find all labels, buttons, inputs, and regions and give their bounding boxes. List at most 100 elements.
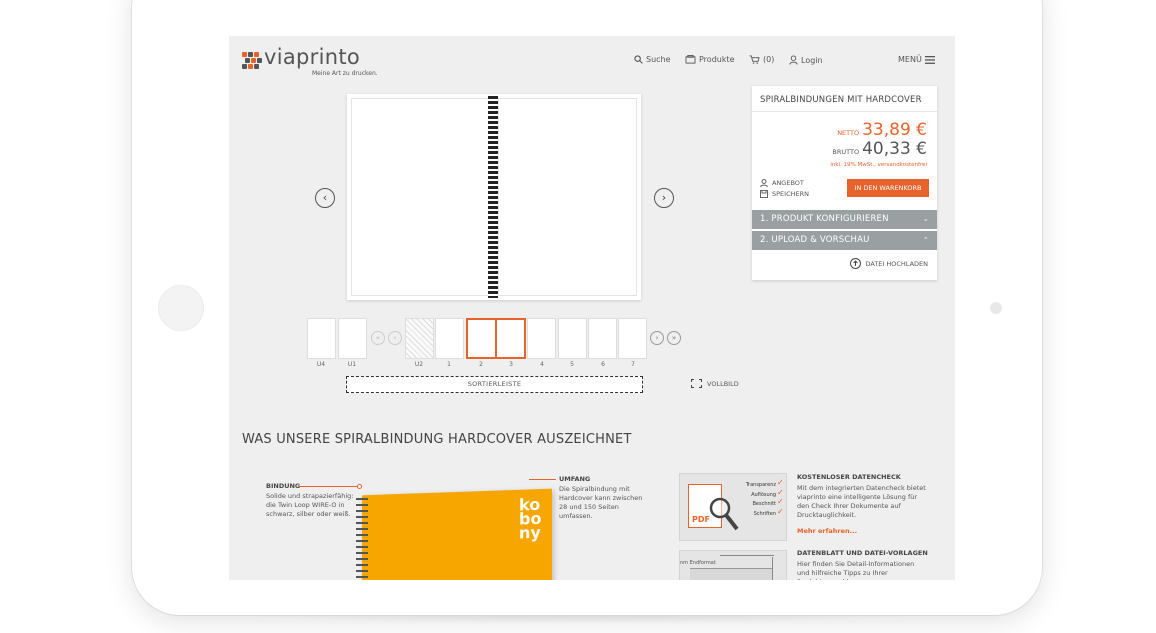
notebook-cover-text: ko bo ny — [519, 494, 542, 543]
accordion-configure-label: 1. PRODUKT KONFIGURIEREN — [760, 214, 889, 224]
check-item: Schriften — [753, 510, 776, 517]
check-item: Beschnitt — [752, 501, 776, 507]
nav-cart[interactable]: (0) — [749, 55, 774, 64]
thumbnail-u1[interactable] — [338, 318, 367, 359]
thumb-label: U4 — [316, 361, 326, 368]
accordion-upload[interactable]: 2. UPLOAD & VORSCHAU ⌃ — [752, 231, 937, 250]
thumb-last-button[interactable]: » — [667, 331, 681, 345]
check-list: Transparenz Auflösung Beschnitt Schrifte… — [738, 481, 776, 519]
datacheck-text: Mit dem integrierten Datencheck bietet v… — [797, 484, 926, 519]
user-icon — [789, 55, 798, 65]
thumbnail-page-3[interactable] — [495, 318, 526, 359]
nav-menu[interactable]: MENÜ — [898, 55, 935, 64]
sort-bar[interactable]: SORTIERLEISTE — [346, 376, 643, 393]
nav-login-label: Login — [801, 55, 823, 65]
binding-text: Solide und strapazierfähig: die Twin Loo… — [266, 492, 354, 518]
thumbnail-page-4[interactable] — [527, 318, 556, 359]
datasheet-image-label: nm Endformat — [680, 560, 716, 566]
add-to-cart-button[interactable]: IN DEN WARENKORB — [847, 179, 929, 197]
save-link[interactable]: SPEICHERN — [760, 190, 809, 198]
save-icon — [760, 190, 768, 198]
thumbnail-page-2[interactable] — [466, 318, 497, 359]
thumb-label: 2 — [479, 361, 483, 368]
thumb-label: 1 — [447, 361, 451, 368]
save-label: SPEICHERN — [772, 190, 809, 198]
thumbnail-page-1[interactable] — [435, 318, 464, 359]
spiral-book-preview — [347, 94, 641, 300]
preview-next-button[interactable]: › — [654, 188, 674, 208]
double-chevron-right-icon: » — [671, 334, 677, 342]
nav-products[interactable]: Produkte — [685, 55, 735, 64]
tablet-screen: viaprinto Meine Art zu drucken. Suche Pr… — [229, 36, 955, 580]
check-item: Transparenz — [745, 482, 776, 488]
checkmark-icons: ✓ ✓ ✓ ✓ — [777, 478, 784, 516]
spiral-binding — [488, 96, 498, 298]
thumb-label: 6 — [601, 361, 605, 368]
chevron-right-icon: › — [661, 191, 667, 204]
thumbnail-page-5[interactable] — [558, 318, 587, 359]
scope-text: Die Spiralbindung mit Hardcover kann zwi… — [559, 485, 643, 520]
binding-pointer-line — [299, 486, 359, 487]
chevron-up-icon: ⌃ — [922, 236, 929, 244]
search-icon — [634, 55, 643, 64]
thumb-prev-button[interactable]: ‹ — [388, 331, 402, 345]
chevron-down-icon: ⌄ — [922, 215, 929, 223]
brutto-price: 40,33 € — [862, 139, 927, 159]
logo-wordmark: viaprinto — [264, 45, 361, 69]
upload-icon — [850, 258, 862, 269]
datasheet-title: DATENBLATT UND DATEI-VORLAGEN — [797, 549, 928, 557]
binding-title: BINDUNG — [266, 482, 301, 490]
fullview-button[interactable]: VOLLBILD — [691, 379, 739, 388]
dimension-line — [720, 555, 774, 556]
upload-label: DATEI HOCHLADEN — [865, 259, 928, 268]
tax-note: inkl. 19% MwSt., versandkostenfrei — [830, 162, 927, 168]
offer-label: ANGEBOT — [772, 179, 804, 187]
accordion-upload-label: 2. UPLOAD & VORSCHAU — [760, 235, 870, 245]
thumbnail-page-6[interactable] — [588, 318, 617, 359]
binding-pointer-dot — [357, 484, 362, 489]
nav-menu-label: MENÜ — [898, 55, 922, 64]
thumb-first-button[interactable]: « — [371, 331, 385, 345]
user-offer-icon — [760, 179, 768, 187]
products-icon — [685, 55, 696, 64]
hamburger-icon — [924, 55, 935, 64]
price-box: SPIRALBINDUNGEN MIT HARDCOVER NETTO 33,8… — [752, 86, 937, 280]
thumb-label: U1 — [347, 361, 357, 368]
preview-page-right — [498, 98, 637, 296]
magnifier-icon — [709, 497, 739, 531]
nav-cart-count: (0) — [763, 55, 775, 64]
thumbnail-page-7[interactable] — [618, 318, 647, 359]
netto-row: NETTO 33,89 € — [837, 120, 927, 140]
brutto-label: BRUTTO — [832, 148, 860, 156]
fullscreen-icon — [691, 379, 702, 388]
tablet-camera — [990, 302, 1002, 314]
nav-products-label: Produkte — [699, 55, 735, 64]
offer-link[interactable]: ANGEBOT — [760, 179, 804, 187]
nav-search[interactable]: Suche — [634, 55, 671, 64]
upload-file-button[interactable]: DATEI HOCHLADEN — [850, 258, 928, 269]
datasheet-text: Hier finden Sie Detail-Informationen und… — [797, 560, 915, 580]
netto-label: NETTO — [837, 129, 860, 137]
preview-prev-button[interactable]: ‹ — [315, 188, 335, 208]
thumbnail-u4[interactable] — [307, 318, 336, 359]
datacheck-more-link[interactable]: Mehr erfahren... — [797, 527, 857, 535]
section-heading: WAS UNSERE SPIRALBINDUNG HARDCOVER AUSZE… — [242, 432, 632, 447]
chevron-left-icon: ‹ — [393, 334, 397, 342]
thumb-next-button[interactable]: › — [650, 331, 664, 345]
datasheet-illustration: nm Endformat — [679, 550, 787, 580]
tablet-home-button — [158, 285, 204, 331]
product-title: SPIRALBINDUNGEN MIT HARDCOVER — [760, 95, 922, 105]
datacheck-title: KOSTENLOSER DATENCHECK — [797, 473, 901, 481]
scope-pointer-line — [529, 479, 556, 480]
double-chevron-left-icon: « — [375, 334, 381, 342]
brutto-row: BRUTTO 40,33 € — [832, 139, 927, 159]
thumb-label: 7 — [631, 361, 635, 368]
thumbnail-u2[interactable] — [405, 318, 434, 359]
nav-login[interactable]: Login — [789, 55, 823, 65]
sheet-shape — [690, 568, 772, 580]
device-stage: viaprinto Meine Art zu drucken. Suche Pr… — [0, 0, 1156, 633]
notebook-spiral — [356, 498, 368, 580]
divider — [752, 111, 937, 112]
accordion-configure[interactable]: 1. PRODUKT KONFIGURIEREN ⌄ — [752, 210, 937, 229]
thumb-label: 3 — [509, 361, 513, 368]
